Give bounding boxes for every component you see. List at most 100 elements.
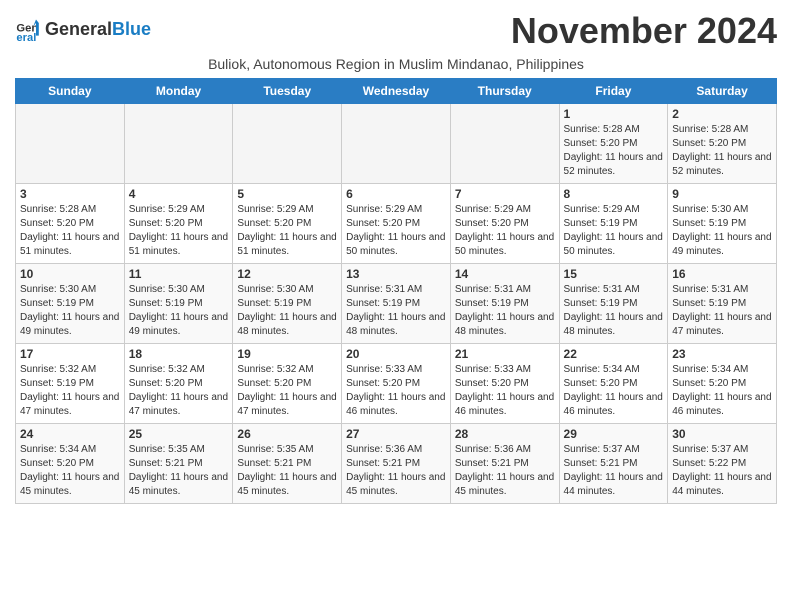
day-number: 10 [20,267,120,281]
calendar-cell: 1 Sunrise: 5:28 AM Sunset: 5:20 PM Daylig… [559,104,668,184]
day-info: Sunrise: 5:29 AM Sunset: 5:19 PM Dayligh… [564,203,664,259]
calendar-cell: 28 Sunrise: 5:36 AM Sunset: 5:21 PM Dayli… [450,424,559,504]
day-number: 27 [346,427,446,441]
calendar-cell: 23 Sunrise: 5:34 AM Sunset: 5:20 PM Dayli… [668,344,777,424]
day-info: Sunrise: 5:30 AM Sunset: 5:19 PM Dayligh… [237,283,337,339]
day-info: Sunrise: 5:33 AM Sunset: 5:20 PM Dayligh… [346,363,446,419]
day-info: Sunrise: 5:29 AM Sunset: 5:20 PM Dayligh… [237,203,337,259]
calendar-cell: 8 Sunrise: 5:29 AM Sunset: 5:19 PM Daylig… [559,184,668,264]
day-info: Sunrise: 5:30 AM Sunset: 5:19 PM Dayligh… [20,283,120,339]
calendar-cell: 27 Sunrise: 5:36 AM Sunset: 5:21 PM Dayli… [342,424,451,504]
day-number: 4 [129,187,229,201]
day-number: 23 [672,347,772,361]
calendar-cell: 18 Sunrise: 5:32 AM Sunset: 5:20 PM Dayli… [124,344,233,424]
day-number: 28 [455,427,555,441]
day-info: Sunrise: 5:35 AM Sunset: 5:21 PM Dayligh… [129,443,229,499]
day-number: 26 [237,427,337,441]
day-number: 29 [564,427,664,441]
day-number: 2 [672,107,772,121]
calendar-cell: 25 Sunrise: 5:35 AM Sunset: 5:21 PM Dayli… [124,424,233,504]
day-info: Sunrise: 5:32 AM Sunset: 5:20 PM Dayligh… [129,363,229,419]
calendar-cell: 24Sunrise: 5:34 AM Sunset: 5:20 PM Dayli… [16,424,125,504]
calendar-cell: 5 Sunrise: 5:29 AM Sunset: 5:20 PM Daylig… [233,184,342,264]
day-of-week-header: Tuesday [233,79,342,104]
calendar-cell: 29 Sunrise: 5:37 AM Sunset: 5:21 PM Dayli… [559,424,668,504]
day-info: Sunrise: 5:34 AM Sunset: 5:20 PM Dayligh… [564,363,664,419]
day-number: 9 [672,187,772,201]
day-number: 30 [672,427,772,441]
calendar-cell: 30 Sunrise: 5:37 AM Sunset: 5:22 PM Dayli… [668,424,777,504]
calendar-cell: 12 Sunrise: 5:30 AM Sunset: 5:19 PM Dayli… [233,264,342,344]
calendar-cell: 13 Sunrise: 5:31 AM Sunset: 5:19 PM Dayli… [342,264,451,344]
day-info: Sunrise: 5:37 AM Sunset: 5:21 PM Dayligh… [564,443,664,499]
calendar-cell: 26 Sunrise: 5:35 AM Sunset: 5:21 PM Dayli… [233,424,342,504]
day-number: 21 [455,347,555,361]
calendar-table: SundayMondayTuesdayWednesdayThursdayFrid… [15,78,777,504]
calendar-cell: 10 Sunrise: 5:30 AM Sunset: 5:19 PM Dayli… [16,264,125,344]
calendar-cell: 14Sunrise: 5:31 AM Sunset: 5:19 PM Dayli… [450,264,559,344]
calendar-cell: 4 Sunrise: 5:29 AM Sunset: 5:20 PM Daylig… [124,184,233,264]
day-info: Sunrise: 5:32 AM Sunset: 5:19 PM Dayligh… [20,363,120,419]
calendar-cell: 6 Sunrise: 5:29 AM Sunset: 5:20 PM Daylig… [342,184,451,264]
day-info: Sunrise: 5:31 AM Sunset: 5:19 PM Dayligh… [564,283,664,339]
calendar-cell: 7 Sunrise: 5:29 AM Sunset: 5:20 PM Daylig… [450,184,559,264]
day-number: 7 [455,187,555,201]
day-info: Sunrise: 5:30 AM Sunset: 5:19 PM Dayligh… [672,203,772,259]
logo: Gen eral GeneralBlue [15,16,151,44]
day-of-week-header: Thursday [450,79,559,104]
month-year-title: November 2024 [511,10,777,52]
calendar-cell: 20 Sunrise: 5:33 AM Sunset: 5:20 PM Dayli… [342,344,451,424]
day-number: 16 [672,267,772,281]
calendar-cell: 11 Sunrise: 5:30 AM Sunset: 5:19 PM Dayli… [124,264,233,344]
day-number: 25 [129,427,229,441]
day-number: 17 [20,347,120,361]
day-info: Sunrise: 5:29 AM Sunset: 5:20 PM Dayligh… [129,203,229,259]
calendar-cell [16,104,125,184]
day-info: Sunrise: 5:31 AM Sunset: 5:19 PM Dayligh… [455,283,555,339]
day-info: Sunrise: 5:28 AM Sunset: 5:20 PM Dayligh… [564,123,664,179]
calendar-cell [233,104,342,184]
svg-text:eral: eral [16,32,36,44]
day-info: Sunrise: 5:36 AM Sunset: 5:21 PM Dayligh… [455,443,555,499]
day-info: Sunrise: 5:29 AM Sunset: 5:20 PM Dayligh… [346,203,446,259]
day-info: Sunrise: 5:34 AM Sunset: 5:20 PM Dayligh… [672,363,772,419]
day-info: Sunrise: 5:35 AM Sunset: 5:21 PM Dayligh… [237,443,337,499]
day-number: 24 [20,427,120,441]
day-of-week-header: Wednesday [342,79,451,104]
day-of-week-header: Saturday [668,79,777,104]
day-info: Sunrise: 5:33 AM Sunset: 5:20 PM Dayligh… [455,363,555,419]
day-number: 13 [346,267,446,281]
day-of-week-header: Monday [124,79,233,104]
calendar-cell: 21 Sunrise: 5:33 AM Sunset: 5:20 PM Dayli… [450,344,559,424]
day-info: Sunrise: 5:30 AM Sunset: 5:19 PM Dayligh… [129,283,229,339]
day-info: Sunrise: 5:36 AM Sunset: 5:21 PM Dayligh… [346,443,446,499]
calendar-cell: 17 Sunrise: 5:32 AM Sunset: 5:19 PM Dayli… [16,344,125,424]
calendar-cell: 15Sunrise: 5:31 AM Sunset: 5:19 PM Dayli… [559,264,668,344]
day-number: 1 [564,107,664,121]
day-number: 22 [564,347,664,361]
day-number: 12 [237,267,337,281]
day-info: Sunrise: 5:37 AM Sunset: 5:22 PM Dayligh… [672,443,772,499]
calendar-cell [124,104,233,184]
calendar-cell [450,104,559,184]
day-number: 8 [564,187,664,201]
day-info: Sunrise: 5:29 AM Sunset: 5:20 PM Dayligh… [455,203,555,259]
day-number: 3 [20,187,120,201]
day-of-week-header: Friday [559,79,668,104]
calendar-cell [342,104,451,184]
day-number: 6 [346,187,446,201]
day-info: Sunrise: 5:31 AM Sunset: 5:19 PM Dayligh… [672,283,772,339]
calendar-cell: 19Sunrise: 5:32 AM Sunset: 5:20 PM Dayli… [233,344,342,424]
day-number: 18 [129,347,229,361]
logo-icon: Gen eral [15,16,43,44]
day-number: 20 [346,347,446,361]
day-info: Sunrise: 5:31 AM Sunset: 5:19 PM Dayligh… [346,283,446,339]
calendar-cell: 22 Sunrise: 5:34 AM Sunset: 5:20 PM Dayli… [559,344,668,424]
page-header: Gen eral GeneralBlue November 2024 [15,10,777,52]
day-number: 5 [237,187,337,201]
day-info: Sunrise: 5:32 AM Sunset: 5:20 PM Dayligh… [237,363,337,419]
calendar-cell: 2Sunrise: 5:28 AM Sunset: 5:20 PM Daylig… [668,104,777,184]
calendar-cell: 16 Sunrise: 5:31 AM Sunset: 5:19 PM Dayli… [668,264,777,344]
day-number: 11 [129,267,229,281]
calendar-cell: 3Sunrise: 5:28 AM Sunset: 5:20 PM Daylig… [16,184,125,264]
